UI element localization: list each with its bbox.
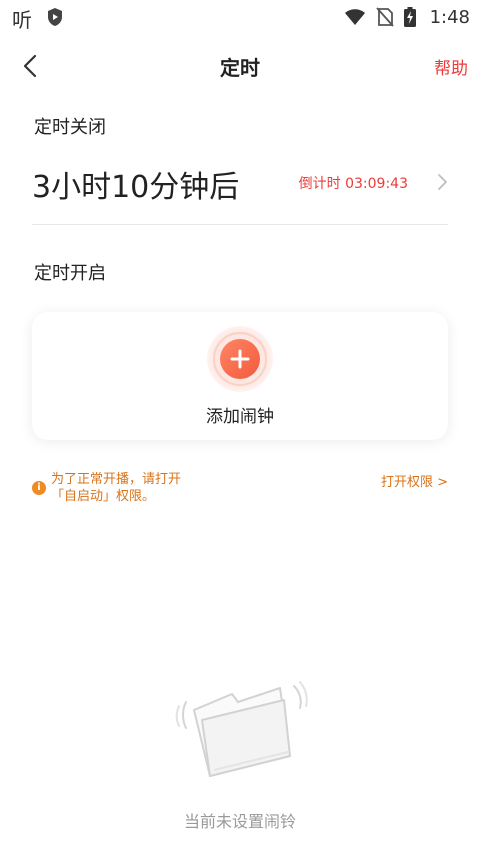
add-alarm-button[interactable] — [207, 326, 273, 392]
countdown-text: 倒计时 03:09:43 — [298, 176, 408, 192]
open-permission-link[interactable]: 打开权限 > — [381, 471, 448, 490]
wifi-icon — [344, 9, 365, 25]
app-status-glyph: 听 — [12, 8, 32, 32]
empty-state-text: 当前未设置闹铃 — [183, 812, 296, 831]
timer-open-title: 定时开启 — [34, 263, 106, 284]
plus-icon — [220, 339, 260, 379]
notice-line-1: 为了正常开播，请打开 — [51, 472, 182, 487]
timer-close-value: 3小时10分钟后 — [32, 170, 240, 205]
divider — [32, 224, 448, 225]
no-sim-icon — [375, 7, 394, 27]
help-link[interactable]: 帮助 — [434, 54, 468, 79]
status-icons: 1:48 — [344, 5, 470, 29]
battery-charging-icon — [403, 7, 416, 27]
chevron-right-icon — [438, 174, 447, 190]
status-bar: 听 1:48 — [0, 0, 480, 34]
add-alarm-card[interactable]: 添加闹钟 — [32, 312, 448, 440]
empty-folder-icon — [175, 681, 308, 777]
add-alarm-label: 添加闹钟 — [206, 407, 274, 427]
shield-icon — [48, 8, 62, 26]
timer-close-title: 定时关闭 — [34, 117, 106, 138]
notice-line-2: 「自启动」权限。 — [51, 489, 156, 504]
nav-bar: 定时 帮助 — [0, 34, 480, 98]
status-time: 1:48 — [429, 6, 470, 28]
timer-close-row[interactable]: 3小时10分钟后 倒计时 03:09:43 — [0, 156, 480, 216]
info-icon: i — [32, 481, 46, 495]
autostart-notice: 为了正常开播，请打开 「自启动」权限。 — [51, 471, 251, 505]
page-title: 定时 — [220, 56, 260, 80]
